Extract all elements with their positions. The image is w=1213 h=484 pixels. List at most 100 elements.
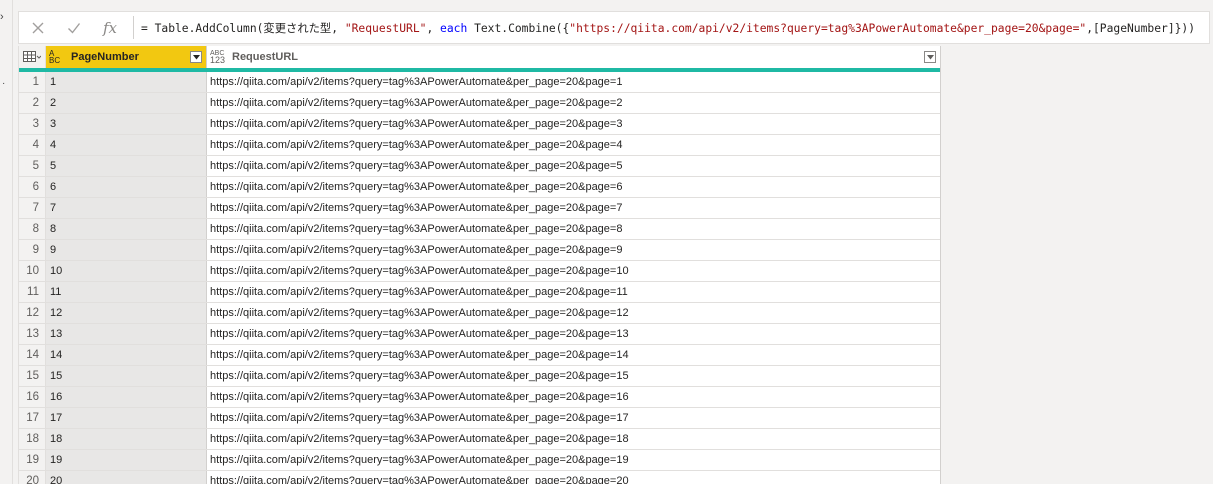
column-filter-dropdown[interactable]: [924, 51, 936, 63]
row-number[interactable]: 15: [19, 366, 46, 386]
row-number[interactable]: 18: [19, 429, 46, 449]
cell-pagenumber[interactable]: 2: [46, 93, 207, 113]
row-number[interactable]: 16: [19, 387, 46, 407]
cell-requesturl[interactable]: https://qiita.com/api/v2/items?query=tag…: [207, 135, 940, 155]
row-number[interactable]: 9: [19, 240, 46, 260]
row-number[interactable]: 7: [19, 198, 46, 218]
cell-pagenumber[interactable]: 18: [46, 429, 207, 449]
cell-requesturl[interactable]: https://qiita.com/api/v2/items?query=tag…: [207, 177, 940, 197]
cell-requesturl[interactable]: https://qiita.com/api/v2/items?query=tag…: [207, 114, 940, 134]
table-row[interactable]: 12 12 https://qiita.com/api/v2/items?query…: [19, 303, 940, 324]
cell-requesturl[interactable]: https://qiita.com/api/v2/items?query=tag…: [207, 261, 940, 281]
cell-requesturl[interactable]: https://qiita.com/api/v2/items?query=tag…: [207, 93, 940, 113]
cell-pagenumber[interactable]: 16: [46, 387, 207, 407]
cell-requesturl[interactable]: https://qiita.com/api/v2/items?query=tag…: [207, 450, 940, 470]
cell-requesturl[interactable]: https://qiita.com/api/v2/items?query=tag…: [207, 219, 940, 239]
cell-requesturl[interactable]: https://qiita.com/api/v2/items?query=tag…: [207, 429, 940, 449]
table-row[interactable]: 4 4 https://qiita.com/api/v2/items?query=t…: [19, 135, 940, 156]
formula-bar: fx = Table.AddColumn(変更された型, "RequestURL…: [18, 11, 1210, 44]
row-number[interactable]: 12: [19, 303, 46, 323]
table-row[interactable]: 16 16 https://qiita.com/api/v2/items?query…: [19, 387, 940, 408]
cell-pagenumber[interactable]: 3: [46, 114, 207, 134]
table-row[interactable]: 8 8 https://qiita.com/api/v2/items?query=t…: [19, 219, 940, 240]
cell-pagenumber[interactable]: 4: [46, 135, 207, 155]
data-grid: A BC PageNumber ABC 123 RequestURL 1 1 h…: [18, 46, 941, 484]
cell-requesturl[interactable]: https://qiita.com/api/v2/items?query=tag…: [207, 240, 940, 260]
cell-pagenumber[interactable]: 14: [46, 345, 207, 365]
cell-requesturl[interactable]: https://qiita.com/api/v2/items?query=tag…: [207, 282, 940, 302]
table-row[interactable]: 7 7 https://qiita.com/api/v2/items?query=t…: [19, 198, 940, 219]
row-number[interactable]: 10: [19, 261, 46, 281]
chevron-down-icon: [192, 54, 200, 59]
table-row[interactable]: 1 1 https://qiita.com/api/v2/items?query=t…: [19, 72, 940, 93]
commit-formula-button[interactable]: [57, 13, 91, 42]
cell-requesturl[interactable]: https://qiita.com/api/v2/items?query=tag…: [207, 324, 940, 344]
column-filter-dropdown[interactable]: [190, 51, 202, 63]
row-number[interactable]: 11: [19, 282, 46, 302]
table-row[interactable]: 13 13 https://qiita.com/api/v2/items?query…: [19, 324, 940, 345]
table-icon: [23, 51, 41, 62]
cell-requesturl[interactable]: https://qiita.com/api/v2/items?query=tag…: [207, 72, 940, 92]
cell-pagenumber[interactable]: 12: [46, 303, 207, 323]
cell-pagenumber[interactable]: 20: [46, 471, 207, 484]
cell-requesturl[interactable]: https://qiita.com/api/v2/items?query=tag…: [207, 387, 940, 407]
table-menu-button[interactable]: [19, 46, 46, 68]
row-number[interactable]: 8: [19, 219, 46, 239]
cell-pagenumber[interactable]: 11: [46, 282, 207, 302]
table-row[interactable]: 17 17 https://qiita.com/api/v2/items?query…: [19, 408, 940, 429]
cancel-formula-button[interactable]: [21, 13, 55, 42]
queries-pane-collapsed[interactable]: › ·: [0, 0, 13, 484]
row-number[interactable]: 2: [19, 93, 46, 113]
table-row[interactable]: 2 2 https://qiita.com/api/v2/items?query=t…: [19, 93, 940, 114]
cell-requesturl[interactable]: https://qiita.com/api/v2/items?query=tag…: [207, 345, 940, 365]
row-number[interactable]: 6: [19, 177, 46, 197]
type-icon-bottom: BC: [49, 56, 61, 65]
table-row[interactable]: 14 14 https://qiita.com/api/v2/items?query…: [19, 345, 940, 366]
cell-pagenumber[interactable]: 8: [46, 219, 207, 239]
table-row[interactable]: 19 19 https://qiita.com/api/v2/items?query…: [19, 450, 940, 471]
table-row[interactable]: 11 11 https://qiita.com/api/v2/items?query…: [19, 282, 940, 303]
cell-requesturl[interactable]: https://qiita.com/api/v2/items?query=tag…: [207, 471, 940, 484]
row-number[interactable]: 13: [19, 324, 46, 344]
cell-pagenumber[interactable]: 17: [46, 408, 207, 428]
cell-pagenumber[interactable]: 15: [46, 366, 207, 386]
cell-pagenumber[interactable]: 5: [46, 156, 207, 176]
formula-input[interactable]: = Table.AddColumn(変更された型, "RequestURL", …: [141, 20, 1195, 36]
cell-pagenumber[interactable]: 1: [46, 72, 207, 92]
table-row[interactable]: 18 18 https://qiita.com/api/v2/items?query…: [19, 429, 940, 450]
row-number[interactable]: 19: [19, 450, 46, 470]
cell-pagenumber[interactable]: 13: [46, 324, 207, 344]
table-row[interactable]: 5 5 https://qiita.com/api/v2/items?query=t…: [19, 156, 940, 177]
cell-requesturl[interactable]: https://qiita.com/api/v2/items?query=tag…: [207, 366, 940, 386]
cell-requesturl[interactable]: https://qiita.com/api/v2/items?query=tag…: [207, 408, 940, 428]
cell-pagenumber[interactable]: 6: [46, 177, 207, 197]
row-number[interactable]: 17: [19, 408, 46, 428]
cell-requesturl[interactable]: https://qiita.com/api/v2/items?query=tag…: [207, 303, 940, 323]
cell-pagenumber[interactable]: 19: [46, 450, 207, 470]
expand-pane-icon[interactable]: ›: [0, 11, 4, 23]
table-row[interactable]: 6 6 https://qiita.com/api/v2/items?query=t…: [19, 177, 940, 198]
cell-pagenumber[interactable]: 7: [46, 198, 207, 218]
formula-suffix: ,[PageNumber]})): [1086, 22, 1196, 35]
table-row[interactable]: 20 20 https://qiita.com/api/v2/items?query…: [19, 471, 940, 484]
cell-pagenumber[interactable]: 9: [46, 240, 207, 260]
table-row[interactable]: 10 10 https://qiita.com/api/v2/items?query…: [19, 261, 940, 282]
cell-requesturl[interactable]: https://qiita.com/api/v2/items?query=tag…: [207, 198, 940, 218]
column-header-pagenumber[interactable]: A BC PageNumber: [46, 46, 207, 68]
row-number[interactable]: 3: [19, 114, 46, 134]
table-row[interactable]: 3 3 https://qiita.com/api/v2/items?query=t…: [19, 114, 940, 135]
cell-pagenumber[interactable]: 10: [46, 261, 207, 281]
table-row[interactable]: 9 9 https://qiita.com/api/v2/items?query=t…: [19, 240, 940, 261]
text-type-icon[interactable]: A BC: [49, 50, 66, 65]
row-number[interactable]: 1: [19, 72, 46, 92]
formula-comma: ,: [426, 22, 441, 35]
any-type-icon[interactable]: ABC 123: [210, 50, 227, 65]
row-number[interactable]: 14: [19, 345, 46, 365]
row-number[interactable]: 5: [19, 156, 46, 176]
cell-requesturl[interactable]: https://qiita.com/api/v2/items?query=tag…: [207, 156, 940, 176]
row-number[interactable]: 4: [19, 135, 46, 155]
table-row[interactable]: 15 15 https://qiita.com/api/v2/items?query…: [19, 366, 940, 387]
insert-function-button[interactable]: fx: [93, 13, 127, 42]
row-number[interactable]: 20: [19, 471, 46, 484]
column-header-requesturl[interactable]: ABC 123 RequestURL: [207, 46, 940, 68]
